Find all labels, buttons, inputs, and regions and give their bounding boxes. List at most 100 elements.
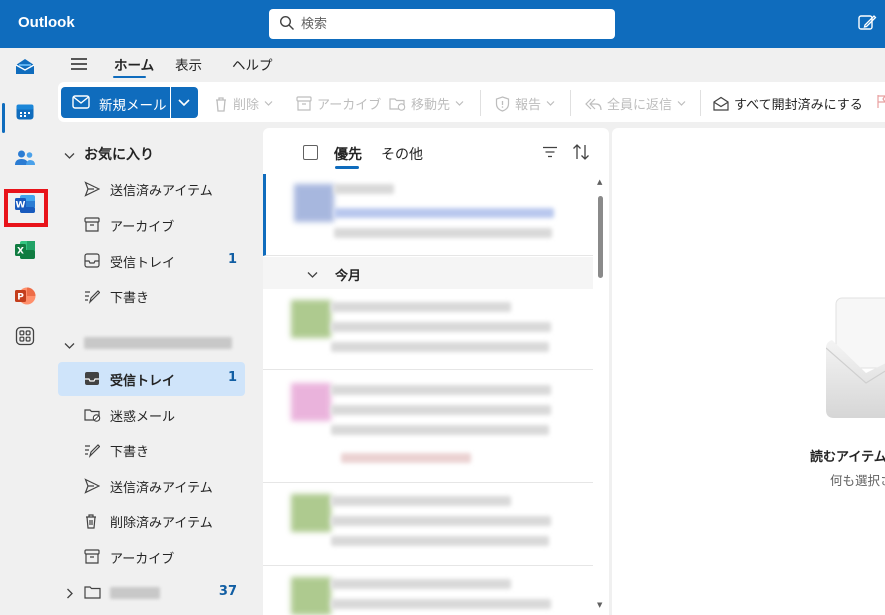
chevron-down-icon — [178, 97, 190, 112]
new-mail-dropdown[interactable] — [171, 87, 198, 118]
trash-icon — [84, 513, 98, 533]
folder-label: アーカイブ — [110, 552, 175, 567]
send-icon — [84, 181, 101, 201]
avatar — [291, 300, 331, 338]
calendar-app-button[interactable] — [9, 98, 41, 130]
avatar — [294, 184, 334, 222]
list-item[interactable] — [263, 484, 593, 566]
mail-open-icon — [713, 96, 729, 111]
powerpoint-app-button[interactable]: P — [9, 282, 41, 314]
subject-redacted — [331, 599, 551, 609]
archive-icon — [296, 96, 312, 111]
scroll-down-arrow-icon[interactable]: ▼ — [597, 601, 602, 609]
scroll-up-arrow-icon[interactable]: ▲ — [597, 178, 602, 186]
scroll-thumb[interactable] — [598, 196, 603, 278]
delete-button[interactable]: 削除 — [214, 94, 273, 113]
search-input[interactable] — [301, 9, 601, 39]
archive-label: アーカイブ — [317, 98, 382, 113]
ribbon-toolbar: 新規メール 削除 アーカイブ 移動先 報告 全員に返信 すべて開封済みにする — [58, 82, 885, 122]
sender-redacted — [331, 496, 511, 506]
tab-focused[interactable]: 優先 — [334, 144, 362, 164]
subject-redacted — [331, 322, 551, 332]
preview-redacted — [331, 536, 549, 546]
folder-item-archive-favorite[interactable]: アーカイブ — [58, 208, 245, 242]
unread-count: 37 — [218, 584, 237, 599]
folder-label: 削除済みアイテム — [110, 516, 213, 531]
reading-pane-subtitle: 何も選択さ — [830, 473, 885, 488]
folder-label: 下書き — [110, 445, 150, 460]
sort-icon[interactable] — [572, 144, 590, 164]
mail-icon — [72, 95, 90, 113]
folder-item-sent-favorite[interactable]: 送信済みアイテム — [58, 172, 245, 206]
avatar — [291, 383, 331, 421]
chevron-down-icon — [677, 100, 686, 107]
list-item[interactable] — [263, 567, 593, 615]
new-mail-button[interactable]: 新規メール — [61, 87, 170, 118]
folder-item-junk[interactable]: 迷惑メール — [58, 398, 245, 432]
mail-app-button[interactable] — [9, 53, 41, 85]
list-item[interactable] — [263, 174, 593, 256]
folder-pane: お気に入り 送信済みアイテム アーカイブ 受信トレイ 1 下書き 受信トレイ 1… — [50, 128, 260, 615]
list-item[interactable] — [263, 290, 593, 370]
folder-label: 送信済みアイテム — [110, 184, 213, 199]
new-mail-label: 新規メール — [99, 98, 167, 114]
subject-redacted — [331, 405, 551, 415]
send-icon — [84, 478, 101, 498]
reading-pane-title: 読むアイテムを — [810, 450, 885, 465]
message-list-scrollbar[interactable]: ▲ ▼ — [597, 178, 605, 615]
apps-grid-icon — [15, 326, 35, 350]
folder-item-inbox[interactable]: 受信トレイ 1 — [58, 362, 245, 396]
message-list-header: 優先 その他 — [263, 128, 609, 174]
folder-name-redacted — [110, 584, 160, 603]
report-button[interactable]: 報告 — [495, 94, 555, 113]
folder-item-drafts-favorite[interactable]: 下書き — [58, 279, 245, 313]
filter-icon[interactable] — [542, 146, 558, 162]
folder-item-sent[interactable]: 送信済みアイテム — [58, 469, 245, 503]
ribbon-tabs: ホーム 表示 ヘルプ — [50, 48, 885, 82]
move-to-label: 移動先 — [411, 98, 451, 113]
message-list: 優先 その他 今月 ▲ ▼ — [263, 128, 609, 615]
favorites-title: お気に入り — [84, 147, 154, 163]
trash-icon — [214, 96, 228, 112]
reply-all-button[interactable]: 全員に返信 — [584, 94, 686, 113]
flag-button[interactable] — [876, 94, 885, 109]
tab-home[interactable]: ホーム — [114, 54, 154, 74]
sender-redacted — [331, 302, 511, 312]
folder-item-archive[interactable]: アーカイブ — [58, 540, 245, 574]
archive-button[interactable]: アーカイブ — [296, 94, 381, 113]
folder-item-custom[interactable]: 37 — [58, 576, 245, 610]
compose-note-icon[interactable] — [857, 13, 877, 37]
tab-view[interactable]: 表示 — [175, 54, 202, 74]
preview-redacted — [331, 342, 549, 352]
excel-app-button[interactable]: X — [9, 236, 41, 268]
select-all-checkbox[interactable] — [303, 145, 318, 160]
search-box[interactable] — [269, 9, 615, 39]
folder-icon — [84, 585, 101, 603]
draft-icon — [84, 288, 101, 308]
word-app-button[interactable]: W — [9, 190, 41, 222]
move-to-button[interactable]: 移動先 — [389, 94, 464, 113]
group-header-this-month[interactable]: 今月 — [263, 257, 593, 289]
avatar — [291, 577, 331, 615]
more-apps-button[interactable] — [9, 322, 41, 354]
folder-label: 下書き — [110, 291, 150, 306]
mark-all-read-button[interactable]: すべて開封済みにする — [713, 94, 863, 113]
people-app-button[interactable] — [9, 144, 41, 176]
calendar-icon — [15, 102, 35, 126]
folder-item-inbox-favorite[interactable]: 受信トレイ 1 — [58, 244, 245, 278]
ribbon-separator — [700, 90, 701, 116]
tab-other[interactable]: その他 — [381, 144, 423, 164]
tab-help[interactable]: ヘルプ — [232, 54, 273, 74]
report-label: 報告 — [515, 98, 542, 113]
group-label: 今月 — [335, 269, 362, 284]
account-name-redacted — [84, 334, 232, 353]
tab-focused-underline — [335, 166, 359, 169]
tab-home-underline — [113, 76, 146, 78]
sender-redacted — [334, 184, 394, 194]
list-item[interactable] — [263, 371, 593, 483]
folder-item-deleted[interactable]: 削除済みアイテム — [58, 504, 245, 538]
hamburger-menu-icon[interactable] — [70, 56, 88, 76]
folder-label: 迷惑メール — [110, 410, 176, 425]
folder-item-drafts[interactable]: 下書き — [58, 433, 245, 467]
chevron-right-icon — [66, 588, 73, 603]
